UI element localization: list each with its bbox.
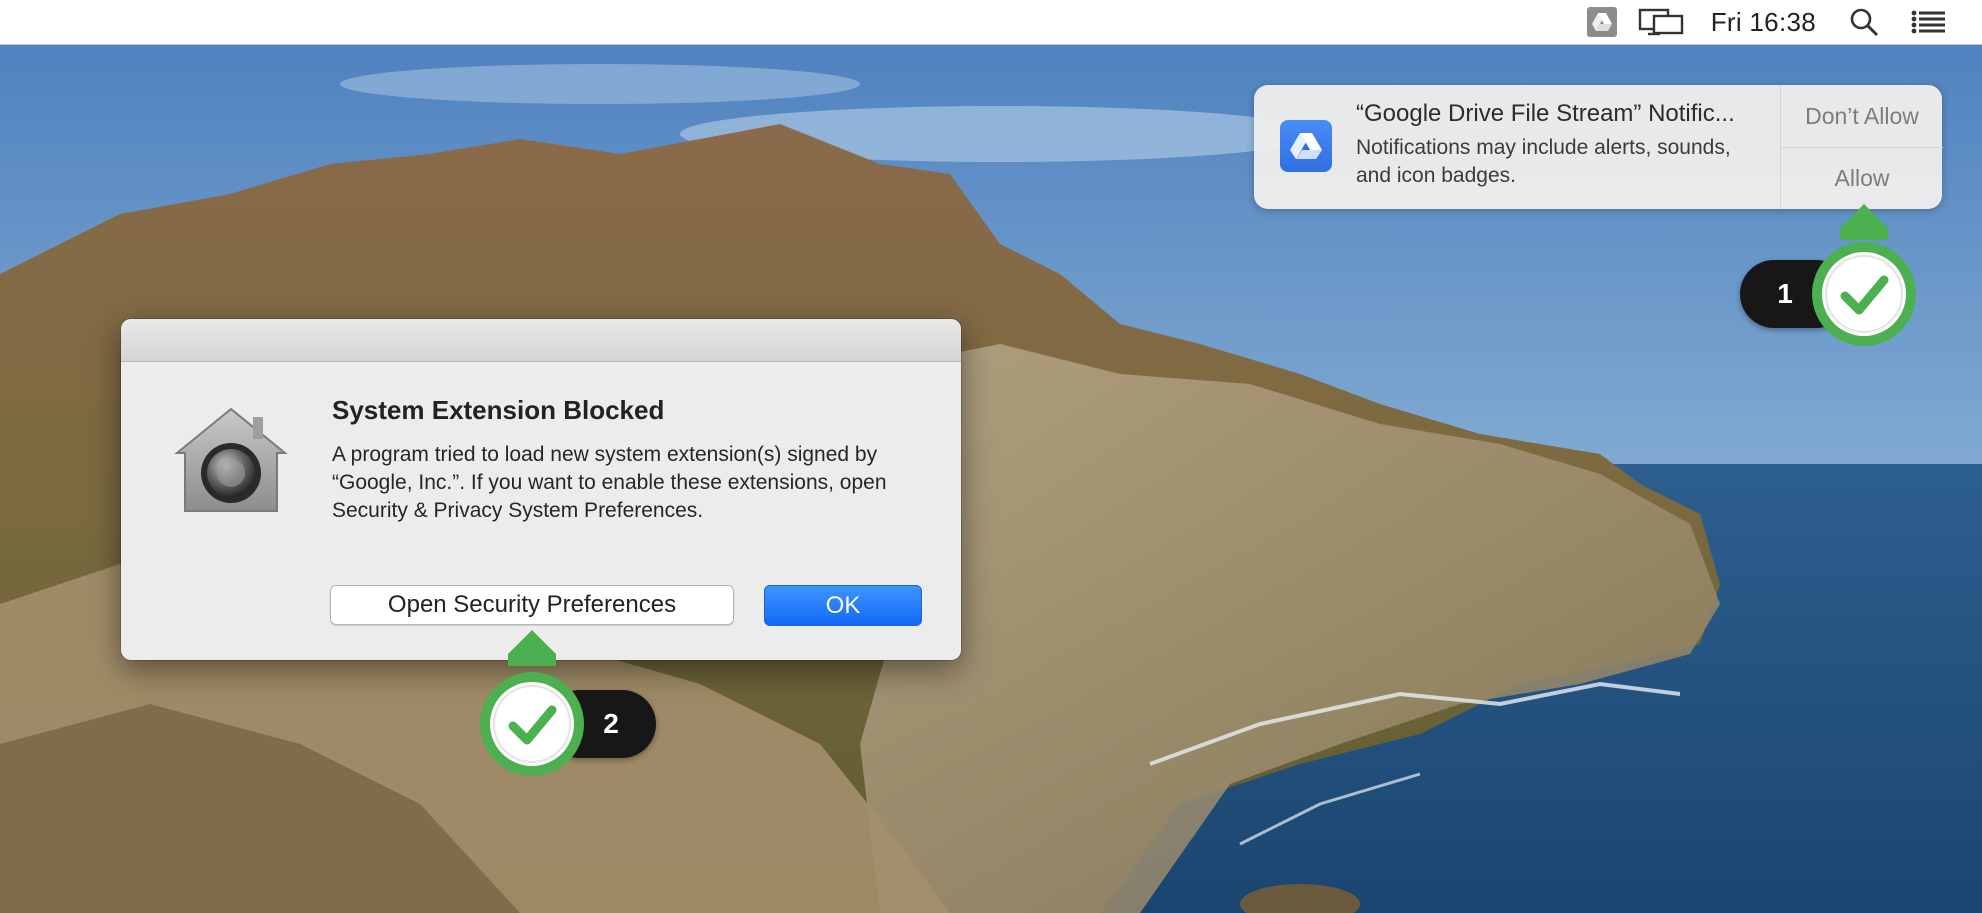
notification-center-icon[interactable] (1910, 0, 1946, 44)
gatekeeper-lock-icon (173, 403, 289, 519)
display-mirroring-icon[interactable] (1637, 0, 1685, 44)
callout-step-1: 1 (1740, 200, 1920, 350)
google-drive-app-icon (1280, 120, 1332, 172)
dialog-title: System Extension Blocked (332, 395, 665, 425)
dialog-titlebar[interactable] (121, 319, 961, 362)
google-drive-icon (1586, 7, 1617, 37)
ok-button[interactable]: OK (764, 585, 922, 626)
notification-body: Notifications may include alerts, sounds… (1356, 136, 1731, 187)
google-drive-menu-icon[interactable] (1585, 0, 1619, 44)
notification-banner[interactable]: “Google Drive File Stream” Notific... No… (1254, 85, 1943, 209)
open-security-preferences-button[interactable]: Open Security Preferences (330, 585, 734, 625)
checkmark-icon (1812, 204, 1916, 346)
dialog-message: A program tried to load new system exten… (332, 443, 887, 522)
callout-number: 1 (1777, 278, 1793, 309)
callout-number: 2 (603, 708, 619, 739)
checkmark-icon (480, 630, 584, 776)
callout-step-2: 2 (476, 626, 656, 776)
menu-bar: Fri 16:38 (0, 0, 1982, 45)
menu-bar-clock[interactable]: Fri 16:38 (1711, 0, 1816, 44)
spotlight-search-icon[interactable] (1848, 0, 1880, 44)
notification-actions: Don’t Allow Allow (1780, 85, 1943, 209)
system-extension-blocked-dialog: System Extension Blocked A program tried… (121, 319, 961, 660)
notification-title: “Google Drive File Stream” Notific... (1356, 100, 1735, 127)
dont-allow-button[interactable]: Don’t Allow (1781, 85, 1943, 148)
